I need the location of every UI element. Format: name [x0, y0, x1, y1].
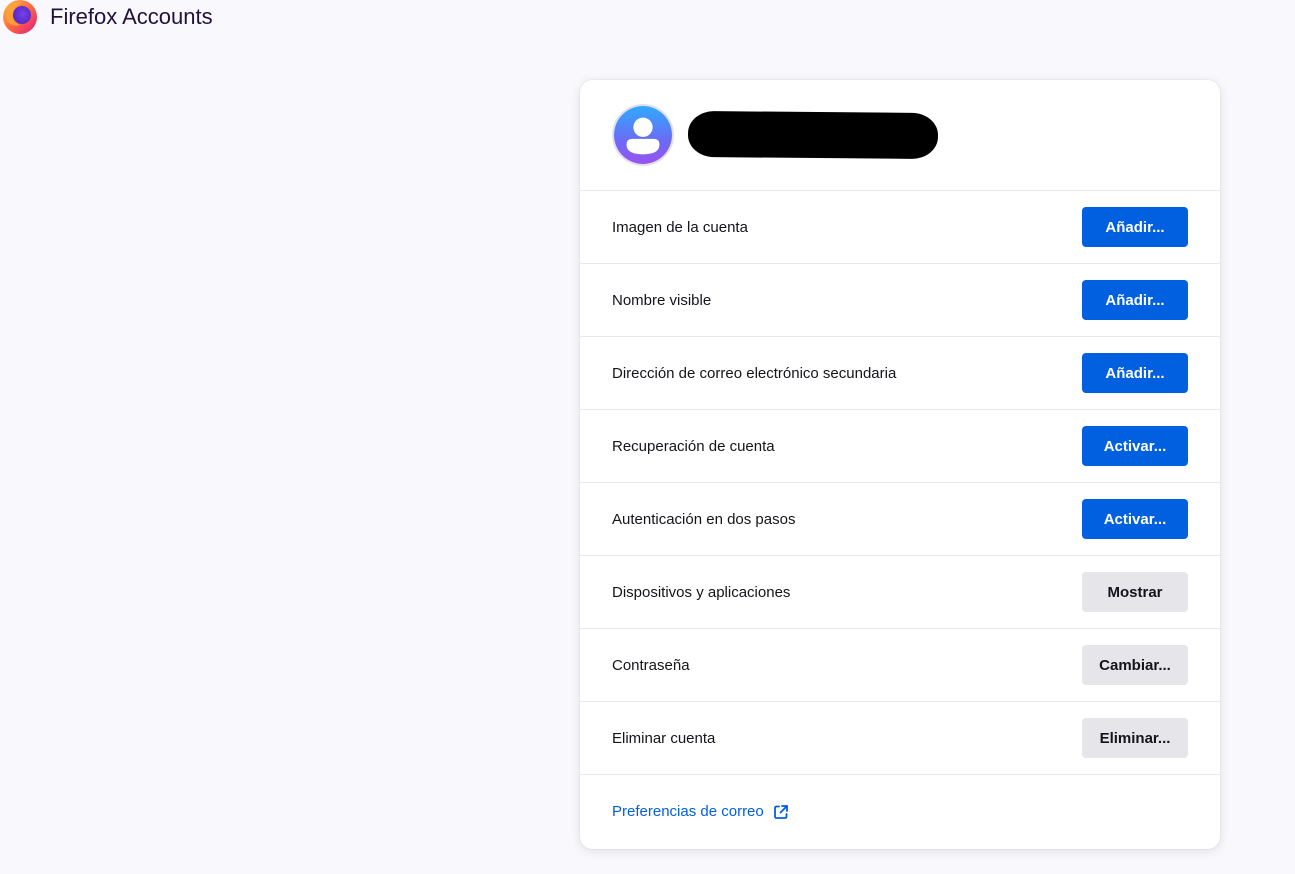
email-preferences-link[interactable]: Preferencias de correo — [612, 803, 789, 820]
row-delete-account: Eliminar cuenta Eliminar... — [580, 702, 1220, 775]
external-link-icon — [773, 804, 788, 819]
add-secondary-email-button[interactable]: Añadir... — [1082, 353, 1188, 393]
row-label: Dispositivos y aplicaciones — [612, 583, 791, 601]
row-display-name: Nombre visible Añadir... — [580, 264, 1220, 337]
add-display-name-button[interactable]: Añadir... — [1082, 280, 1188, 320]
row-label: Imagen de la cuenta — [612, 218, 748, 236]
add-picture-button[interactable]: Añadir... — [1082, 207, 1188, 247]
row-label: Autenticación en dos pasos — [612, 510, 796, 528]
row-account-picture: Imagen de la cuenta Añadir... — [580, 191, 1220, 264]
redacted-account-name — [687, 110, 939, 160]
row-label: Nombre visible — [612, 291, 712, 309]
email-preferences-label: Preferencias de correo — [612, 803, 764, 820]
firefox-logo-icon[interactable] — [0, 0, 40, 37]
avatar[interactable] — [612, 104, 674, 166]
enable-recovery-button[interactable]: Activar... — [1082, 426, 1188, 466]
row-secondary-email: Dirección de correo electrónico secundar… — [580, 337, 1220, 410]
enable-two-step-button[interactable]: Activar... — [1082, 499, 1188, 539]
row-two-step-auth: Autenticación en dos pasos Activar... — [580, 483, 1220, 556]
row-devices-apps: Dispositivos y aplicaciones Mostrar — [580, 556, 1220, 629]
row-account-recovery: Recuperación de cuenta Activar... — [580, 410, 1220, 483]
show-devices-button[interactable]: Mostrar — [1082, 572, 1188, 612]
profile-header — [580, 80, 1220, 191]
row-password: Contraseña Cambiar... — [580, 629, 1220, 702]
account-settings-card: Imagen de la cuenta Añadir... Nombre vis… — [580, 80, 1220, 849]
row-label: Contraseña — [612, 656, 690, 674]
change-password-button[interactable]: Cambiar... — [1082, 645, 1188, 685]
delete-account-button[interactable]: Eliminar... — [1082, 718, 1188, 758]
footer-row: Preferencias de correo — [580, 775, 1220, 848]
top-bar: Firefox Accounts — [0, 0, 213, 38]
default-avatar-icon — [614, 106, 672, 164]
row-label: Dirección de correo electrónico secundar… — [612, 364, 897, 382]
app-title: Firefox Accounts — [50, 4, 213, 29]
row-label: Eliminar cuenta — [612, 729, 716, 747]
row-label: Recuperación de cuenta — [612, 437, 775, 455]
